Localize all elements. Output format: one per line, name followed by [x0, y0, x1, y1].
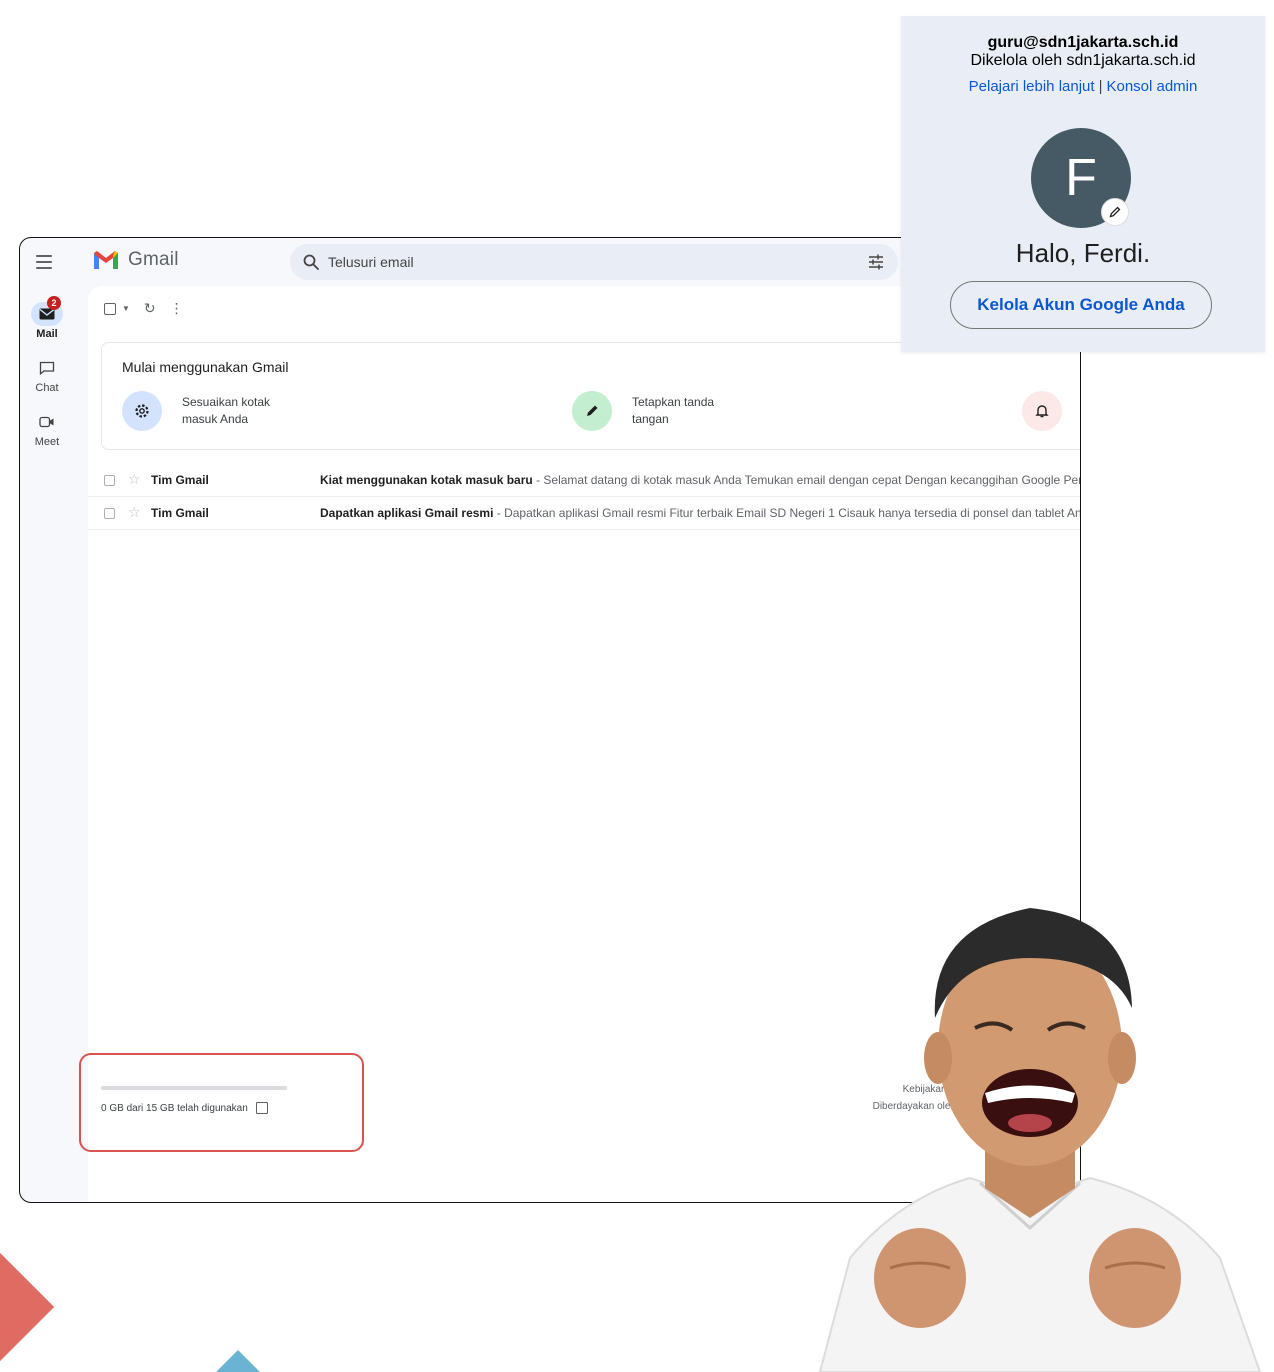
rail-item-chat[interactable]: Chat: [20, 356, 74, 394]
more-options-icon[interactable]: ⋮: [170, 300, 184, 317]
rail-item-mail[interactable]: 2 Mail: [20, 296, 74, 340]
managed-by-text: Dikelola oleh sdn1jakarta.sch.id: [970, 52, 1196, 69]
excited-man-photo: [818, 908, 1262, 1372]
search-icon[interactable]: [302, 253, 320, 271]
account-email: guru@sdn1jakarta.sch.id: [987, 34, 1179, 51]
chat-icon: [31, 356, 63, 380]
manage-account-button[interactable]: Kelola Akun Google Anda: [950, 281, 1212, 329]
email-snippet: - Selamat datang di kotak masuk Anda Tem…: [532, 473, 1080, 487]
email-checkbox[interactable]: [104, 508, 115, 519]
getting-started-card: Mulai menggunakan Gmail Sesuaikan kotak …: [101, 342, 1080, 450]
search-options-icon[interactable]: [866, 252, 886, 272]
refresh-icon[interactable]: ↻: [144, 300, 156, 317]
account-links: Pelajari lebih lanjut | Konsol admin: [901, 78, 1265, 95]
email-row[interactable]: ☆ Tim Gmail Dapatkan aplikasi Gmail resm…: [88, 497, 1080, 530]
set-signature-item[interactable]: Tetapkan tanda tangan: [572, 391, 732, 431]
rail-item-meet[interactable]: Meet: [20, 410, 74, 448]
inbox-toolbar: ▼ ↻ ⋮: [104, 300, 184, 317]
set-signature-line1: Tetapkan tanda: [632, 395, 715, 409]
customize-inbox-item[interactable]: Sesuaikan kotak masuk Anda: [122, 391, 282, 431]
decorative-triangle: [216, 1350, 260, 1372]
settings-gear-icon: [122, 391, 162, 431]
rail-label-chat: Chat: [35, 382, 59, 394]
select-dropdown-icon[interactable]: ▼: [122, 304, 130, 313]
email-list: ☆ Tim Gmail Kiat menggunakan kotak masuk…: [88, 464, 1080, 530]
email-subject: Dapatkan aplikasi Gmail resmi: [320, 506, 494, 520]
greeting: Halo, Ferdi.: [1015, 238, 1151, 268]
decorative-diamond: [0, 1251, 55, 1363]
email-checkbox[interactable]: [104, 475, 115, 486]
email-subject: Kiat menggunakan kotak masuk baru: [320, 473, 533, 487]
bell-icon: [1022, 391, 1062, 431]
star-icon[interactable]: ☆: [128, 504, 141, 521]
email-subject-line: Kiat menggunakan kotak masuk baru - Sela…: [320, 473, 1080, 487]
account-popup: guru@sdn1jakarta.sch.id Dikelola oleh sd…: [901, 16, 1265, 352]
set-signature-label: Tetapkan tanda tangan: [632, 394, 732, 428]
unread-badge: 2: [47, 296, 61, 310]
rail-label-mail: Mail: [36, 328, 58, 340]
link-separator: |: [1098, 78, 1103, 95]
getting-started-title: Mulai menggunakan Gmail: [122, 359, 289, 375]
customize-inbox-line2: masuk Anda: [182, 412, 249, 426]
customize-inbox-line1: Sesuaikan kotak: [182, 395, 271, 409]
admin-console-link[interactable]: Konsol admin: [1106, 78, 1197, 95]
mail-icon: 2: [31, 296, 63, 326]
main-menu-icon[interactable]: [36, 252, 56, 272]
customize-inbox-label: Sesuaikan kotak masuk Anda: [182, 394, 282, 428]
search-bar[interactable]: [290, 244, 898, 280]
app-name: Gmail: [128, 249, 179, 270]
gmail-logo[interactable]: Gmail: [92, 249, 179, 271]
select-all-checkbox[interactable]: [104, 302, 116, 315]
learn-more-link[interactable]: Pelajari lebih lanjut: [969, 78, 1095, 95]
edit-pencil-icon[interactable]: [1101, 198, 1129, 226]
notifications-item[interactable]: [1022, 391, 1062, 431]
star-icon[interactable]: ☆: [128, 471, 141, 488]
storage-highlight-box: [79, 1053, 364, 1152]
rail-label-meet: Meet: [34, 436, 60, 448]
email-row[interactable]: ☆ Tim Gmail Kiat menggunakan kotak masuk…: [88, 464, 1080, 497]
video-camera-icon: [31, 410, 63, 434]
pen-icon: [572, 391, 612, 431]
email-subject-line: Dapatkan aplikasi Gmail resmi - Dapatkan…: [320, 506, 1080, 520]
email-sender: Tim Gmail: [151, 473, 209, 487]
email-snippet: - Dapatkan aplikasi Gmail resmi Fitur te…: [493, 506, 1080, 520]
left-rail: 2 Mail Chat Meet: [20, 286, 74, 1202]
search-input[interactable]: [328, 254, 866, 270]
gmail-m-icon: [94, 251, 118, 269]
set-signature-line2: tangan: [632, 412, 669, 426]
email-sender: Tim Gmail: [151, 506, 209, 520]
